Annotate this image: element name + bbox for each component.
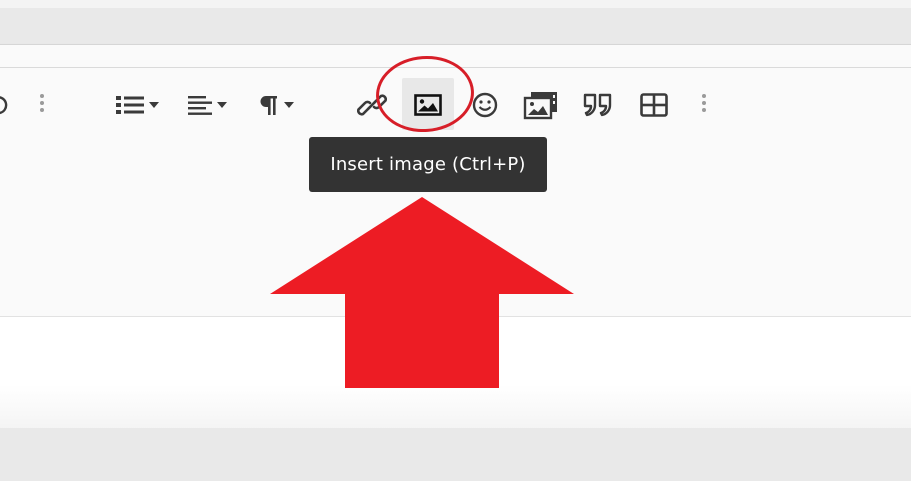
pilcrow-icon [260, 96, 277, 115]
table-icon [640, 93, 668, 117]
alignment-button[interactable] [180, 84, 232, 126]
smiley-icon [472, 92, 498, 118]
tooltip-text: Insert image (Ctrl+P) [330, 154, 526, 175]
paragraph-format-button[interactable] [250, 84, 300, 126]
insert-table-button[interactable] [638, 84, 670, 126]
blockquote-button[interactable] [580, 84, 616, 126]
more-options-icon[interactable] [39, 94, 45, 116]
page-background [0, 428, 911, 481]
gallery-icon [523, 92, 557, 120]
align-left-icon [187, 96, 212, 115]
emoticons-button[interactable] [469, 84, 501, 126]
more-options-icon[interactable] [701, 94, 707, 116]
chevron-down-icon [216, 102, 227, 108]
insert-image-tooltip: Insert image (Ctrl+P) [309, 137, 547, 192]
chevron-down-icon [283, 102, 294, 108]
bulleted-list-icon [115, 96, 144, 114]
window-top-edge [0, 0, 911, 8]
undo-button[interactable] [0, 84, 10, 126]
insert-gallery-button[interactable] [521, 84, 561, 126]
header-bar [0, 8, 911, 45]
bulleted-list-button[interactable] [110, 84, 162, 126]
quote-icon [583, 93, 612, 117]
editor-content-area[interactable] [0, 316, 911, 430]
undo-icon [0, 96, 8, 115]
chevron-down-icon [148, 102, 159, 108]
